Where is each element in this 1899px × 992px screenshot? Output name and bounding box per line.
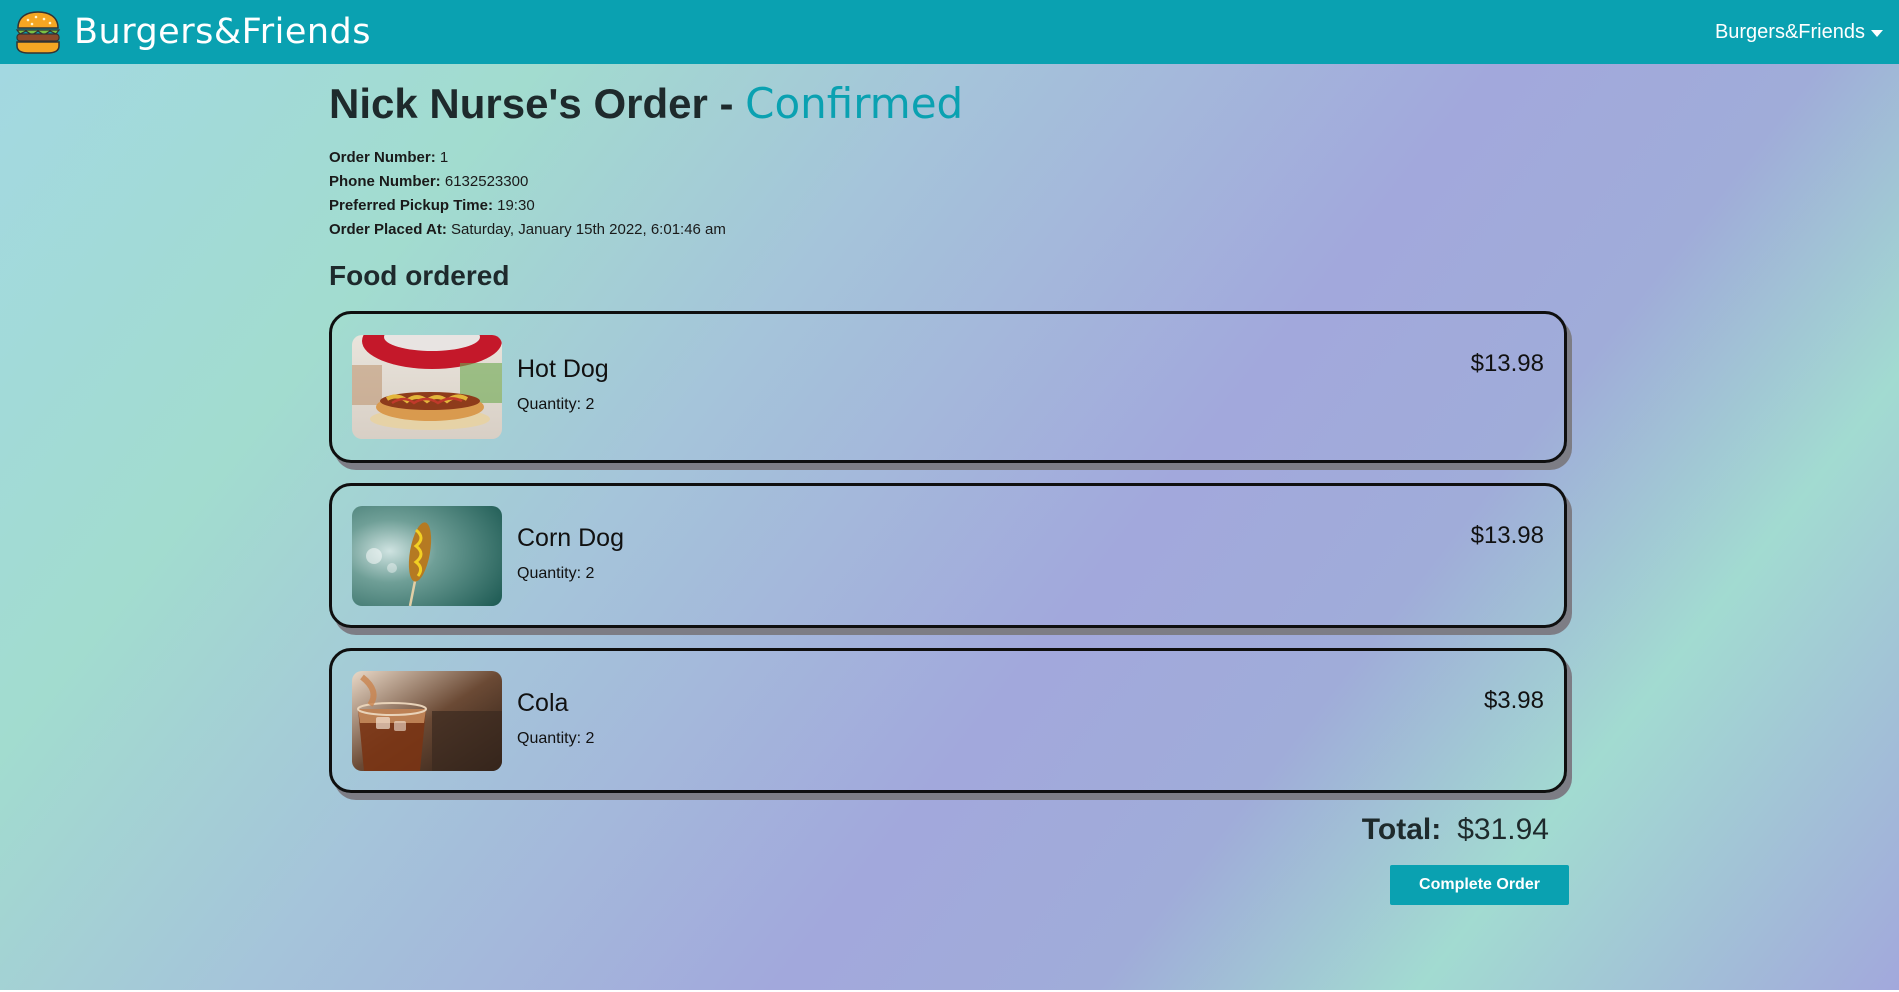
item-info: Corn Dog Quantity: 2 — [517, 521, 1544, 583]
item-info: Cola Quantity: 2 — [517, 686, 1544, 748]
food-ordered-heading: Food ordered — [329, 260, 510, 291]
item-name: Cola — [517, 688, 569, 717]
complete-order-button[interactable]: Complete Order — [1390, 865, 1569, 905]
pickup-time-value: 19:30 — [497, 197, 535, 214]
item-price: $13.98 — [1470, 350, 1544, 377]
pickup-time-row: Preferred Pickup Time: 19:30 — [329, 194, 1569, 218]
item-quantity: Quantity: 2 — [517, 729, 595, 747]
phone-number-label: Phone Number: — [329, 173, 441, 190]
phone-number-row: Phone Number: 6132523300 — [329, 170, 1569, 194]
cola-photo — [352, 670, 502, 771]
order-title-prefix: Nick Nurse's Order - — [329, 80, 746, 127]
order-details: Nick Nurse's Order - Confirmed Order Num… — [329, 78, 1569, 905]
order-item-card: Corn Dog Quantity: 2 $13.98 — [329, 483, 1567, 628]
account-menu-label: Burgers&Friends — [1714, 20, 1865, 43]
total-label: Total: — [1361, 813, 1442, 846]
account-menu-dropdown[interactable]: Burgers&Friends — [1715, 21, 1883, 44]
item-price: $3.98 — [1483, 687, 1544, 714]
order-status: Confirmed — [745, 79, 964, 128]
order-number-row: Order Number: 1 — [329, 146, 1569, 170]
order-placed-value: Saturday, January 15th 2022, 6:01:46 am — [450, 221, 726, 238]
order-number-value: 1 — [439, 149, 449, 166]
item-quantity: Quantity: 2 — [517, 396, 595, 413]
item-name: Hot Dog — [517, 355, 609, 383]
order-placed-label: Order Placed At: — [329, 221, 447, 238]
brand-name: Burgers&Friends — [74, 12, 372, 52]
item-name: Corn Dog — [517, 523, 624, 552]
actions: Complete Order — [329, 865, 1569, 905]
corn-dog-photo — [352, 505, 502, 606]
pickup-time-label: Preferred Pickup Time: — [329, 197, 493, 214]
phone-number-value: 6132523300 — [444, 173, 529, 190]
burger-icon — [14, 10, 62, 54]
item-quantity: Quantity: 2 — [517, 564, 595, 582]
item-price: $13.98 — [1470, 522, 1544, 549]
brand-link[interactable]: Burgers&Friends — [14, 10, 371, 54]
page-title: Nick Nurse's Order - Confirmed — [329, 78, 1569, 130]
hot-dog-photo — [352, 335, 502, 439]
order-total: Total: $31.94 — [329, 813, 1569, 847]
item-info: Hot Dog Quantity: 2 — [517, 352, 1544, 414]
navbar: Burgers&Friends Burgers&Friends — [0, 0, 1899, 64]
order-placed-row: Order Placed At: Saturday, January 15th … — [329, 218, 1569, 242]
order-item-card: Hot Dog Quantity: 2 $13.98 — [329, 311, 1567, 463]
order-meta: Order Number: 1 Phone Number: 6132523300… — [329, 146, 1569, 242]
order-item-card: Cola Quantity: 2 $3.98 — [329, 648, 1567, 793]
order-items-list: Hot Dog Quantity: 2 $13.98 Corn Dog Quan… — [329, 311, 1569, 793]
total-value: $31.94 — [1457, 813, 1549, 846]
order-number-label: Order Number: — [329, 149, 436, 166]
caret-down-icon — [1871, 29, 1883, 37]
